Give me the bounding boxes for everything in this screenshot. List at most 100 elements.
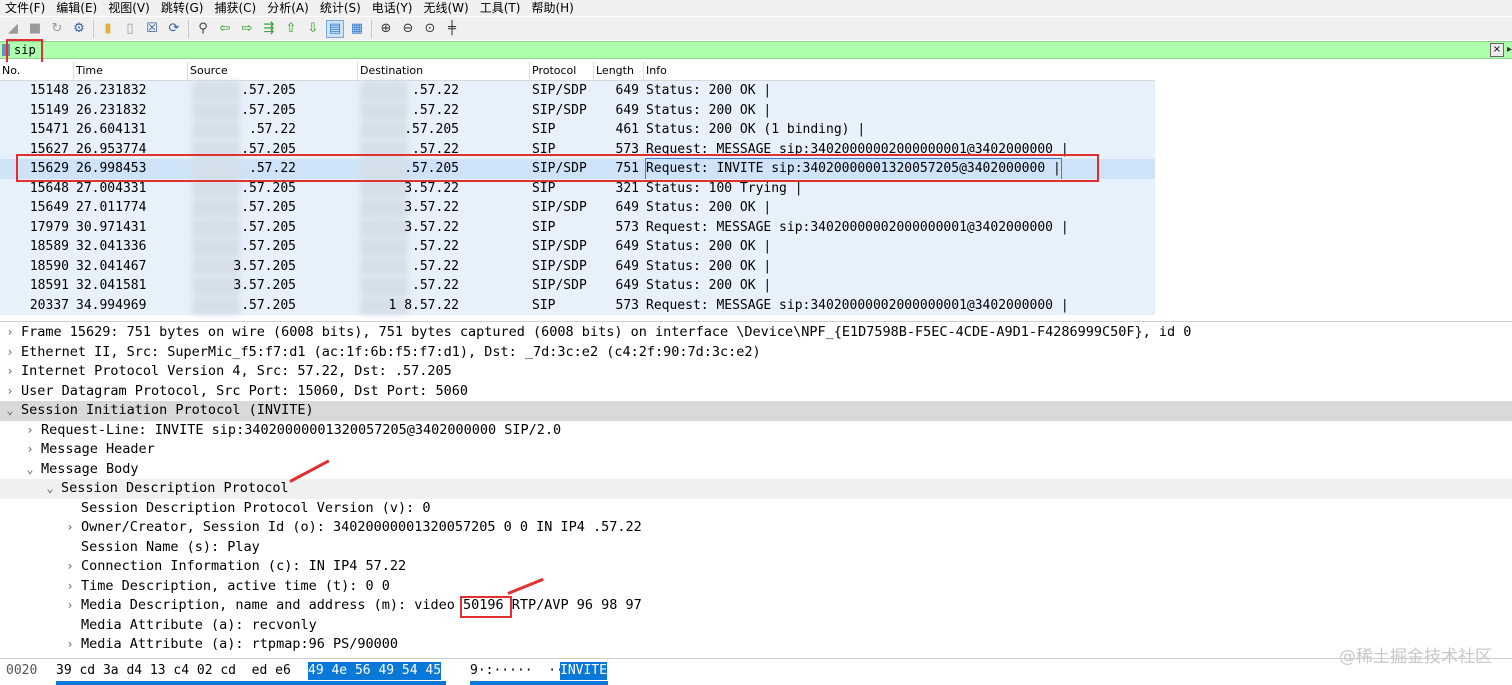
collapsed-chevron-icon[interactable]: › [64, 577, 76, 597]
apply-filter-icon[interactable]: ▸ [1507, 43, 1512, 57]
packet-row[interactable]: 17979 30.971431 .57.205 3.57.22 SIP 573 Reques… [0, 217, 1155, 237]
clear-filter-icon[interactable]: × [1490, 43, 1504, 57]
detail-tree-item[interactable]: Media Attribute (a): recvonly [0, 616, 1512, 636]
detail-tree-item[interactable]: › Owner/Creator, Session Id (o): 34020000… [0, 518, 1512, 538]
packet-cell-len: 649 [615, 200, 639, 215]
go-back-icon[interactable]: ⇦ [216, 20, 234, 38]
collapsed-chevron-icon[interactable]: › [4, 323, 16, 343]
collapsed-chevron-icon[interactable]: › [24, 440, 36, 460]
zoom-out-icon[interactable]: ⊖ [399, 20, 417, 38]
go-forward-icon[interactable]: ⇨ [238, 20, 256, 38]
capture-options-icon[interactable]: ⚙ [70, 20, 88, 38]
menu-item[interactable]: 工具(T) [475, 0, 527, 16]
menu-item[interactable]: 文件(F) [0, 0, 51, 16]
bytes-hex-field-bar [56, 681, 446, 685]
packet-cell-time: 27.011774 [76, 200, 147, 215]
go-first-icon[interactable]: ⇧ [282, 20, 300, 38]
save-file-icon[interactable]: ▯ [121, 20, 139, 38]
column-header-info[interactable]: Info [644, 62, 1155, 80]
detail-tree-item[interactable]: › Media Attribute (a): rtpmap:96 PS/90000 [0, 635, 1512, 655]
menu-item[interactable]: 视图(V) [103, 0, 156, 16]
menu-item[interactable]: 跳转(G) [156, 0, 210, 16]
column-header-protocol[interactable]: Protocol [530, 62, 594, 80]
bytes-hex[interactable]: 39 cd 3a d4 13 c4 02 cd ed e6 [56, 662, 291, 680]
collapsed-chevron-icon[interactable]: › [4, 382, 16, 402]
packet-cell-time: 26.604131 [76, 122, 147, 137]
menu-item[interactable]: 电话(Y) [367, 0, 419, 16]
go-to-packet-icon[interactable]: ⇶ [260, 20, 278, 38]
close-file-icon[interactable]: ☒ [143, 20, 161, 38]
packet-cell-info: Status: 200 OK | [646, 239, 772, 254]
detail-tree-label: Owner/Creator, Session Id (o): 340200000… [81, 519, 642, 535]
packet-cell-dst: 3.57.22 [404, 219, 459, 235]
restart-capture-icon[interactable]: ↻ [48, 20, 66, 38]
resize-columns-icon[interactable]: ╪ [443, 20, 461, 38]
collapsed-chevron-icon[interactable]: › [4, 362, 16, 382]
packet-row[interactable]: 15649 27.011774 .57.205 3.57.22 SIP/SDP 649 St… [0, 198, 1155, 218]
bytes-ascii-selected[interactable]: INVITE [560, 662, 607, 680]
reload-file-icon[interactable]: ⟳ [165, 20, 183, 38]
detail-tree-item[interactable]: Session Name (s): Play [0, 538, 1512, 558]
detail-tree-item[interactable]: Session Description Protocol Version (v)… [0, 499, 1512, 519]
detail-tree-item[interactable]: › User Datagram Protocol, Src Port: 15060… [0, 382, 1512, 402]
menu-item[interactable]: 统计(S) [315, 0, 367, 16]
menu-item[interactable]: 捕获(C) [209, 0, 262, 16]
bytes-hex-selected[interactable]: 49 4e 56 49 54 45 [308, 662, 442, 680]
detail-tree-item[interactable]: › Media Description, name and address (m)… [0, 596, 1512, 616]
menu-bar: 文件(F) 编辑(E) 视图(V) 跳转(G) 捕获(C) 分析(A) 统计(S) 电话(Y)… [0, 0, 1512, 16]
collapsed-chevron-icon[interactable]: › [4, 343, 16, 363]
go-last-icon[interactable]: ⇩ [304, 20, 322, 38]
detail-tree-item[interactable]: ⌄ Message Body [0, 460, 1512, 480]
auto-scroll-icon[interactable]: ▤ [326, 19, 344, 38]
packet-cell-no: 18589 [29, 239, 69, 254]
start-capture-icon[interactable]: ◢ [4, 20, 22, 38]
packet-row[interactable]: 15471 26.604131 .57.22 .57.205 SIP 461 Status:… [0, 120, 1155, 140]
expanded-chevron-icon[interactable]: ⌄ [4, 401, 16, 421]
colorize-icon[interactable]: ▦ [348, 20, 366, 38]
detail-tree-item[interactable]: › Request-Line: INVITE sip:34020000001320… [0, 421, 1512, 441]
menu-item[interactable]: 编辑(E) [51, 0, 103, 16]
collapsed-chevron-icon[interactable]: › [24, 421, 36, 441]
detail-tree-item[interactable]: › Time Description, active time (t): 0 0 [0, 577, 1512, 597]
packet-row[interactable]: 18590 32.041467 3.57.205 .57.22 SIP/SDP 649 St… [0, 256, 1155, 276]
packet-row[interactable]: 18591 32.041581 3.57.205 .57.22 SIP/SDP 649 St… [0, 276, 1155, 296]
stop-capture-icon[interactable]: ■ [26, 20, 44, 38]
packet-row[interactable]: 15149 26.231832 .57.205 .57.22 SIP/SDP 649 Sta… [0, 100, 1155, 120]
packet-row[interactable]: 18589 32.041336 .57.205 .57.22 SIP/SDP 649 Sta… [0, 237, 1155, 257]
detail-tree-item[interactable]: › Connection Information (c): IN IP4 57.2… [0, 557, 1512, 577]
collapsed-chevron-icon[interactable]: › [64, 518, 76, 538]
column-header-length[interactable]: Length [594, 62, 644, 80]
toolbar-divider [371, 19, 372, 38]
packet-cell-no: 18590 [29, 258, 69, 274]
bytes-ascii[interactable]: 9·:····· ·· [470, 662, 564, 680]
detail-tree-item[interactable]: ⌄ Session Description Protocol [0, 479, 1512, 499]
detail-tree-item[interactable]: ⌄ Session Initiation Protocol (INVITE) [0, 401, 1512, 421]
port-annotation-box [460, 596, 512, 618]
open-file-icon[interactable]: ▮ [99, 20, 117, 38]
expanded-chevron-icon[interactable]: ⌄ [44, 479, 56, 499]
collapsed-chevron-icon[interactable]: › [64, 635, 76, 655]
packet-cell-len: 649 [615, 278, 639, 293]
zoom-reset-icon[interactable]: ⊙ [421, 20, 439, 38]
expanded-chevron-icon[interactable]: ⌄ [24, 460, 36, 480]
menu-item[interactable]: 分析(A) [262, 0, 315, 16]
column-header-no[interactable]: No. [0, 62, 74, 80]
column-header-destination[interactable]: Destination [358, 62, 530, 80]
zoom-in-icon[interactable]: ⊕ [377, 20, 395, 38]
column-header-source[interactable]: Source [188, 62, 358, 80]
detail-tree-label: Session Description Protocol [61, 480, 289, 496]
find-packet-icon[interactable]: ⚲ [194, 20, 212, 38]
collapsed-chevron-icon[interactable]: › [64, 596, 76, 616]
menu-item[interactable]: 无线(W) [419, 0, 475, 16]
detail-tree-item[interactable]: › Frame 15629: 751 bytes on wire (6008 bi… [0, 323, 1512, 343]
menu-item[interactable]: 帮助(H) [526, 0, 579, 16]
collapsed-chevron-icon[interactable]: › [64, 557, 76, 577]
detail-tree-item[interactable]: › Message Header [0, 440, 1512, 460]
packet-list-header: No. Time Source Destination Protocol Len… [0, 62, 1155, 81]
detail-tree-item[interactable]: › Internet Protocol Version 4, Src: 57.22… [0, 362, 1512, 382]
detail-tree-item[interactable]: › Ethernet II, Src: SuperMic_f5:f7:d1 (ac… [0, 343, 1512, 363]
column-header-time[interactable]: Time [74, 62, 188, 80]
packet-cell-dst: .57.22 [412, 278, 459, 293]
packet-row[interactable]: 20337 34.994969 .57.205 1 8.57.22 SIP 573 Requ… [0, 295, 1155, 315]
packet-row[interactable]: 15148 26.231832 .57.205 .57.22 SIP/SDP 649 Sta… [0, 81, 1155, 101]
